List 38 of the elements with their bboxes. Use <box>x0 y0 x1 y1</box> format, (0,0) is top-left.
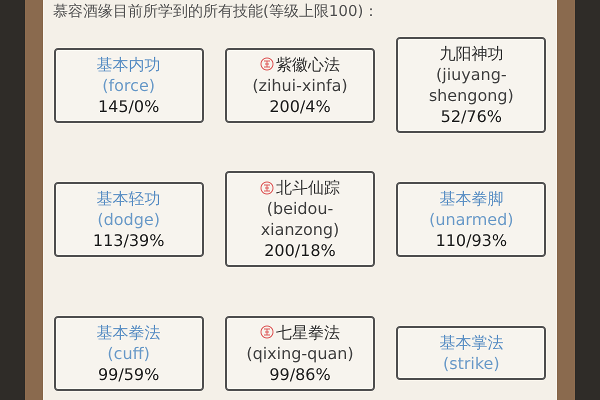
skill-id: (force) <box>102 74 156 96</box>
skill-name: 基本轻功 <box>96 188 161 208</box>
skill-card[interactable]: 基本拳脚 (unarmed) 110/93% <box>396 182 546 256</box>
skill-name: 北斗仙踪 <box>276 177 340 198</box>
skill-level: 113/39% <box>92 230 164 250</box>
skill-card[interactable]: 基本拳法 (cuff) 99/59% <box>54 316 204 390</box>
skill-id: (jiuyang-shengong) <box>428 64 515 106</box>
panel-header: 慕容酒缘目前所学到的所有技能(等级上限100)： <box>53 2 380 20</box>
skill-id: (strike) <box>442 353 500 374</box>
skill-name: 紫徽心法 <box>276 54 340 74</box>
skill-card[interactable]: 北斗仙踪 (beidou-xianzong) 200/18% <box>224 171 375 267</box>
skill-id: (dodge) <box>97 208 160 230</box>
skill-name: 基本拳法 <box>96 322 161 342</box>
skill-level: 99/59% <box>98 364 160 384</box>
skill-id: (zihui-xinfa) <box>252 74 348 96</box>
skill-name: 基本拳脚 <box>439 188 504 208</box>
skill-card[interactable]: 基本轻功 (dodge) 113/39% <box>54 182 204 256</box>
skill-card[interactable]: 七星拳法 (qixing-quan) 99/86% <box>224 316 375 390</box>
seal-icon <box>260 57 274 71</box>
skill-card[interactable]: 紫徽心法 (zihui-xinfa) 200/4% <box>224 48 375 122</box>
skill-card[interactable]: 基本内功 (force) 145/0% <box>54 48 204 122</box>
skill-id: (unarmed) <box>429 208 514 230</box>
skill-level: 200/18% <box>264 240 336 261</box>
skill-card[interactable]: 九阳神功 (jiuyang-shengong) 52/76% <box>396 37 546 133</box>
skill-id: (qixing-quan) <box>246 342 354 364</box>
skill-name: 基本掌法 <box>439 332 504 353</box>
skill-name: 七星拳法 <box>276 322 340 342</box>
skill-id: (cuff) <box>107 342 150 364</box>
skill-level: 52/76% <box>440 106 502 127</box>
skill-level: 145/0% <box>98 96 160 116</box>
skill-level: 99/86% <box>269 364 331 384</box>
skill-level: 110/93% <box>436 230 508 250</box>
skill-name: 九阳神功 <box>439 43 504 64</box>
skill-id: (beidou-xianzong) <box>260 198 340 240</box>
seal-icon <box>260 180 274 194</box>
seal-icon <box>260 325 274 339</box>
skill-name: 基本内功 <box>96 54 161 74</box>
skill-level: 200/4% <box>269 96 331 116</box>
